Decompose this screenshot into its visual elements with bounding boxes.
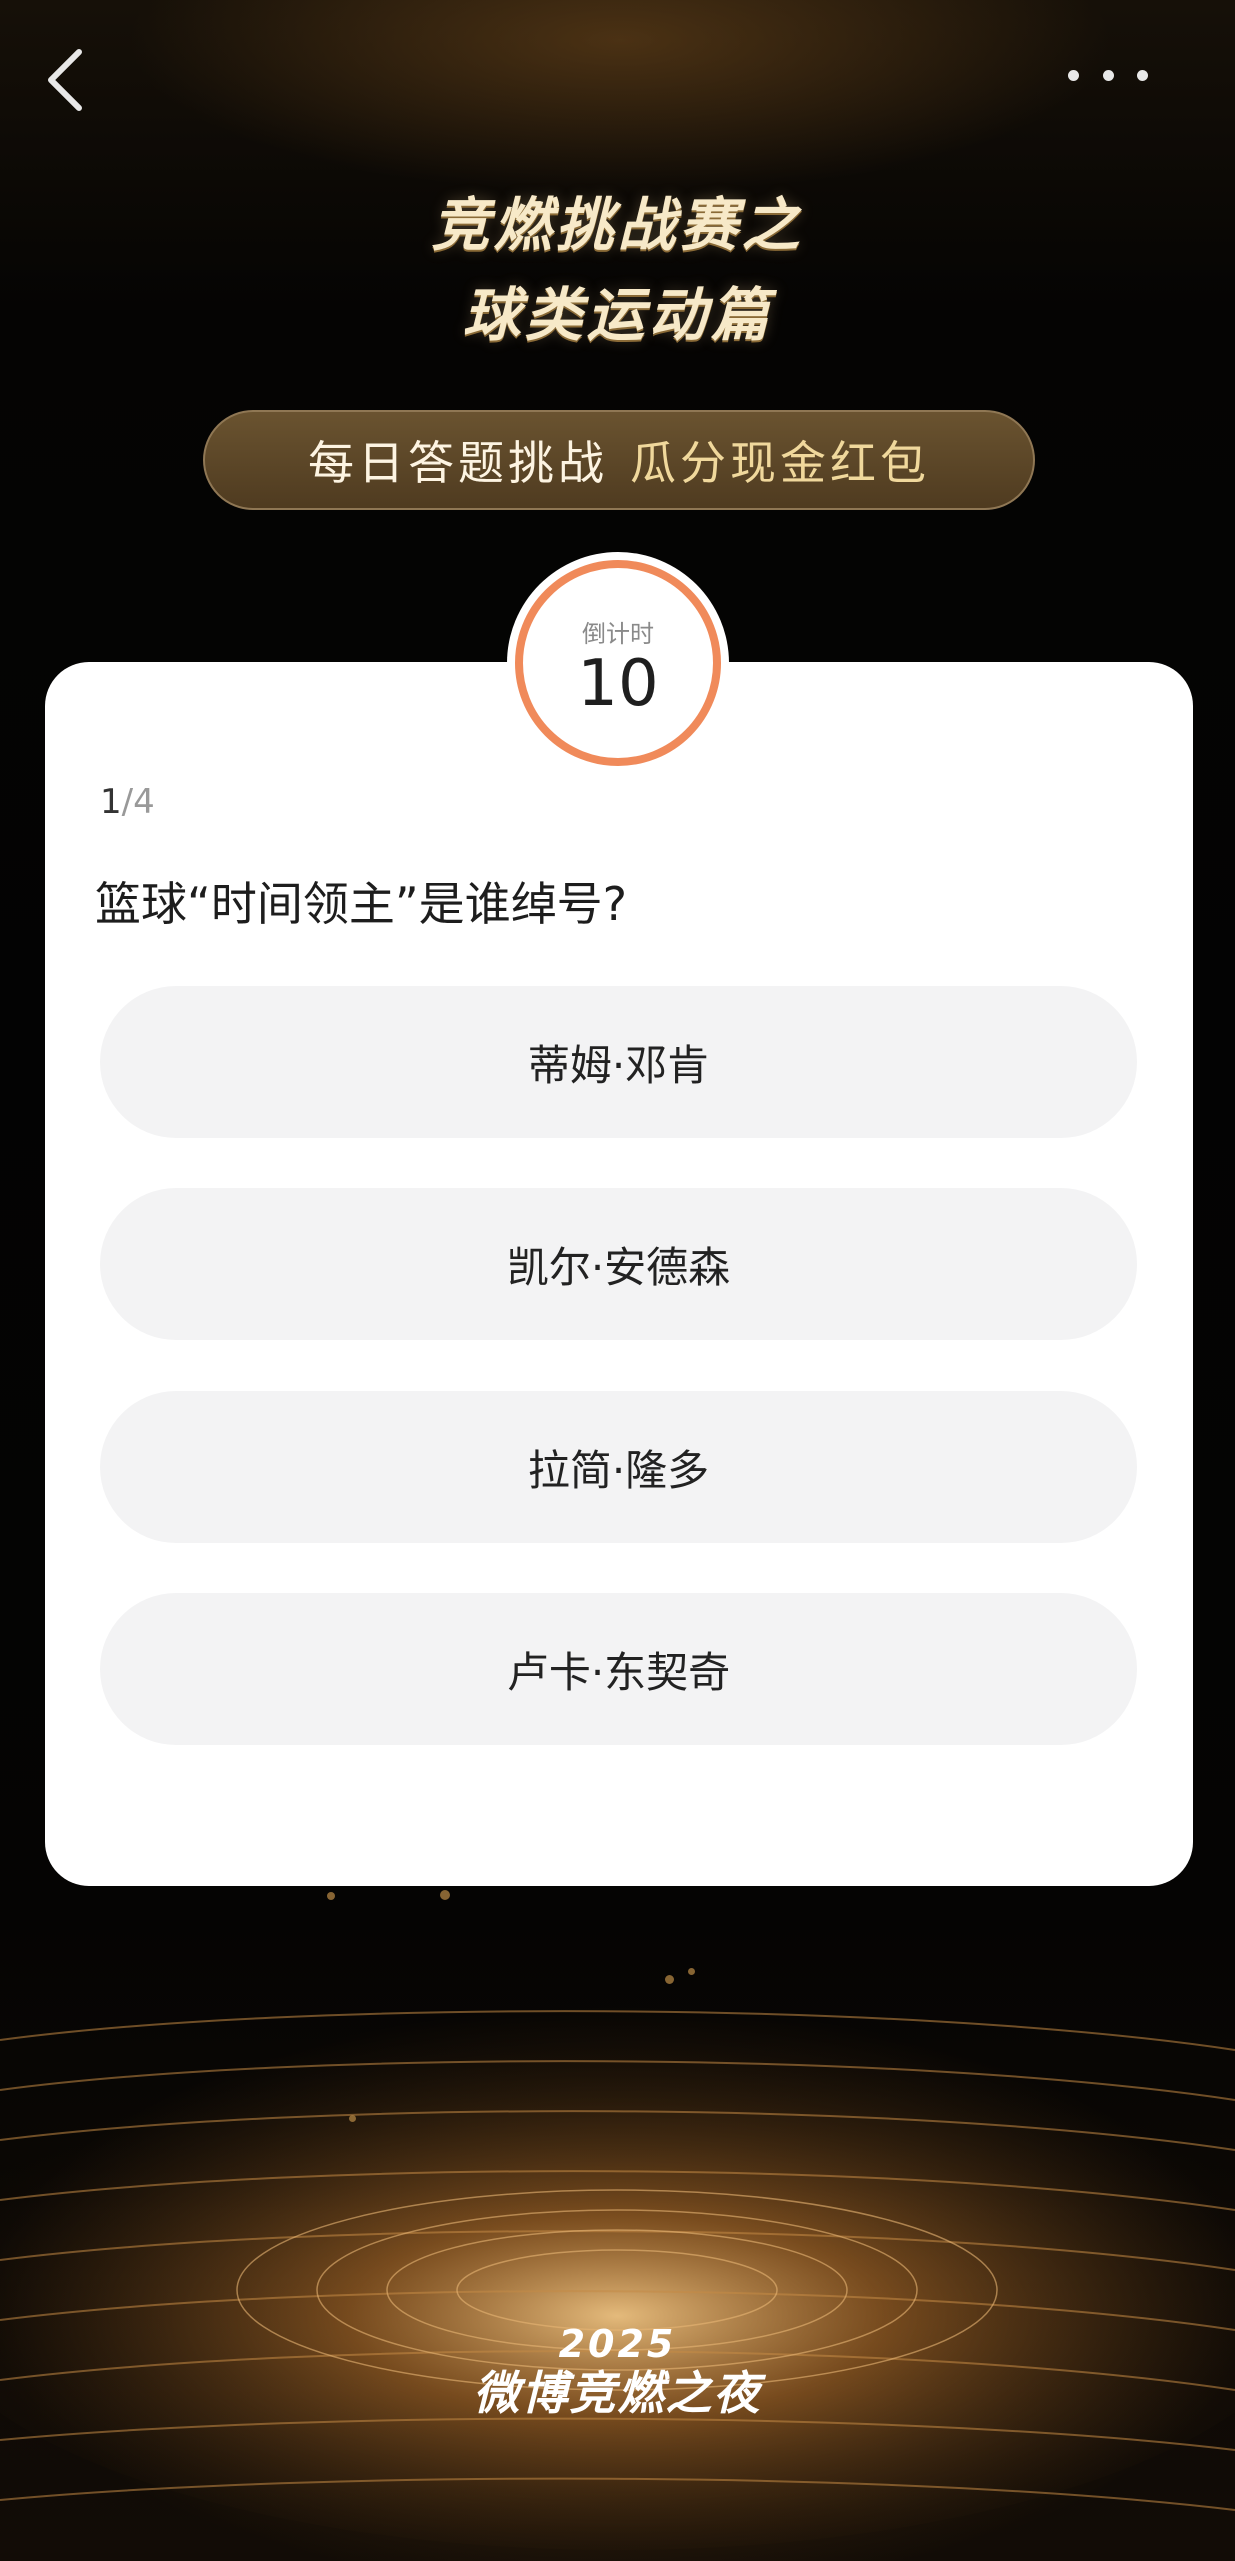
sparkle bbox=[327, 1892, 335, 1900]
more-dots-icon bbox=[1137, 69, 1148, 81]
timer-value: 10 bbox=[577, 646, 659, 721]
answer-option-2[interactable]: 凯尔·安德森 bbox=[100, 1188, 1137, 1340]
timer-label: 倒计时 bbox=[582, 619, 654, 648]
title-line-1: 竞燃挑战赛之 bbox=[431, 191, 804, 259]
event-logo: 2025 微博竞燃之夜 bbox=[0, 2322, 1235, 2420]
answer-option-1[interactable]: 蒂姆·邓肯 bbox=[100, 986, 1137, 1138]
challenge-banner: 每日答题挑战 瓜分现金红包 bbox=[203, 410, 1035, 510]
sparkle bbox=[665, 1975, 674, 1984]
chevron-left-icon bbox=[48, 49, 82, 111]
progress-total: /4 bbox=[121, 782, 155, 822]
sparkle bbox=[349, 2115, 356, 2122]
logo-name: 微博竞燃之夜 bbox=[473, 2366, 762, 2420]
more-button[interactable] bbox=[1068, 60, 1148, 90]
banner-text-2: 瓜分现金红包 bbox=[630, 436, 930, 490]
answer-option-3[interactable]: 拉简·隆多 bbox=[100, 1391, 1137, 1543]
more-dots-icon bbox=[1102, 69, 1114, 81]
progress-current: 1 bbox=[100, 782, 122, 822]
page-title: 竞燃挑战赛之 球类运动篇 bbox=[0, 180, 1235, 360]
answer-option-4[interactable]: 卢卡·东契奇 bbox=[100, 1593, 1137, 1745]
title-line-2: 球类运动篇 bbox=[462, 281, 773, 349]
question-progress: 1/4 bbox=[100, 782, 155, 822]
logo-year: 2025 bbox=[558, 2322, 677, 2366]
countdown-timer: 倒计时 10 bbox=[507, 552, 729, 774]
sparkle bbox=[688, 1968, 695, 1975]
banner-text-1: 每日答题挑战 bbox=[308, 436, 608, 490]
sparkle bbox=[440, 1890, 450, 1900]
gold-wave-decoration bbox=[0, 2010, 1235, 2550]
more-dots-icon bbox=[1068, 69, 1079, 81]
question-text: 篮球“时间领主”是谁绰号? bbox=[95, 877, 628, 931]
timer-ring: 倒计时 10 bbox=[515, 560, 721, 766]
back-button[interactable] bbox=[40, 45, 90, 115]
